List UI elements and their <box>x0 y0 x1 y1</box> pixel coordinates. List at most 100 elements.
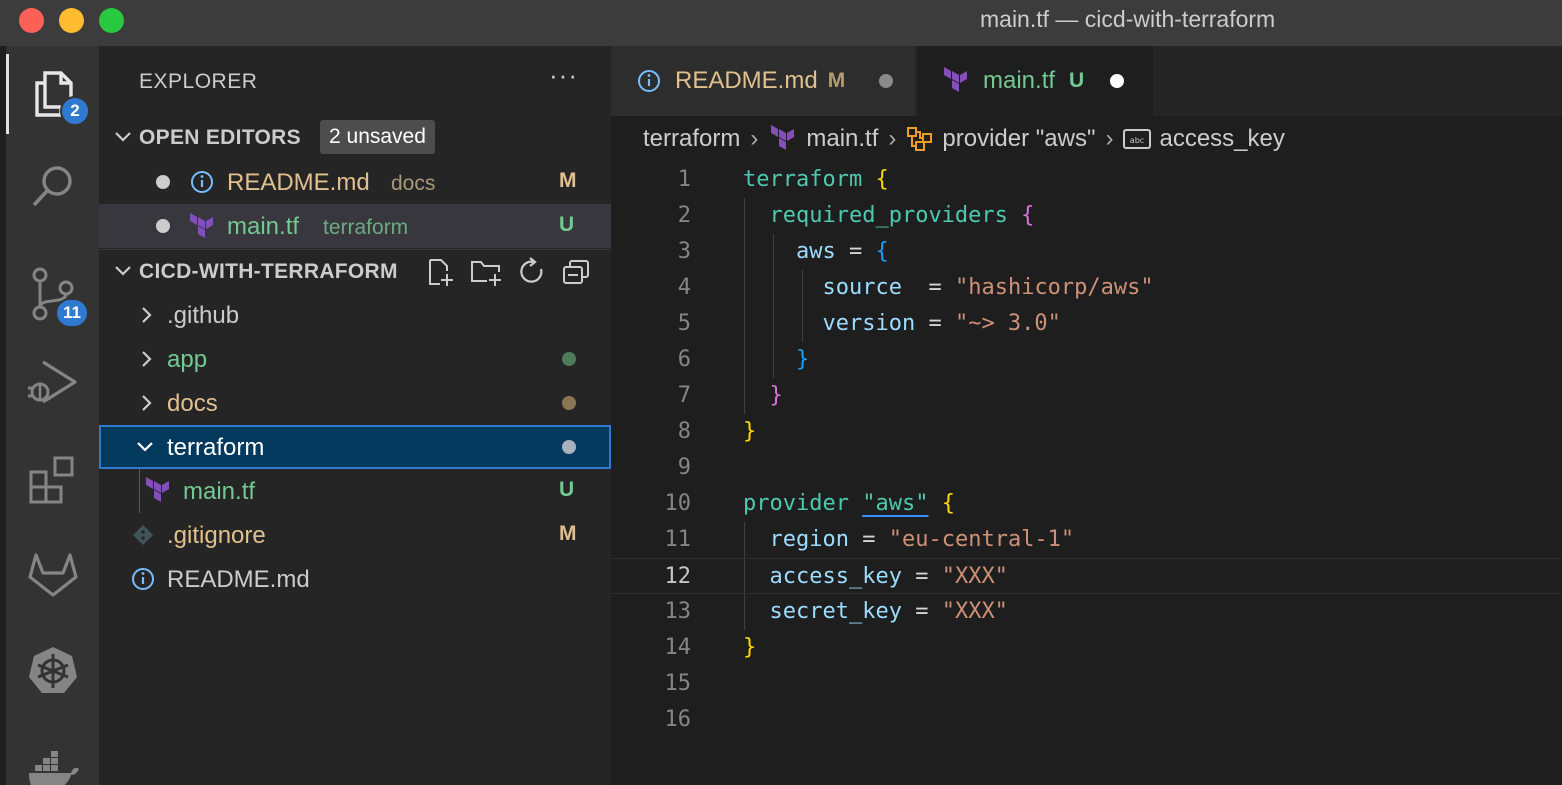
refresh-icon[interactable] <box>517 257 547 287</box>
tab-git-status: M <box>827 69 846 92</box>
activity-docker[interactable] <box>6 730 99 785</box>
code-line: 2 required_providers { <box>611 198 1562 234</box>
unsaved-count-badge: 2 unsaved <box>320 120 435 154</box>
terraform-icon <box>771 125 795 150</box>
breadcrumb-item[interactable]: provider "aws" <box>942 125 1095 153</box>
git-status-modified: M <box>559 522 577 545</box>
chevron-right-icon <box>142 395 152 411</box>
terraform-icon <box>190 213 213 238</box>
code-line: 4 source = "hashicorp/aws" <box>611 270 1562 306</box>
explorer-sidebar: EXPLORER ··· OPEN EDITORS 2 unsaved READ… <box>99 46 611 785</box>
activity-explorer[interactable]: 2 <box>6 54 99 134</box>
code-token: aws <box>795 239 836 264</box>
sidebar-title: EXPLORER <box>139 70 258 93</box>
tree-item-terraform[interactable]: terraform <box>99 425 611 469</box>
code-line-current: 12 access_key = "XXX" <box>611 558 1562 594</box>
line-number: 13 <box>664 599 692 624</box>
minimize-window-button[interactable] <box>59 8 84 33</box>
activity-extensions[interactable] <box>6 440 99 520</box>
git-status-untracked: U <box>559 478 575 501</box>
activity-source-control[interactable]: 11 <box>6 254 99 334</box>
tree-item-label: app <box>167 346 208 373</box>
breadcrumb-item[interactable]: main.tf <box>806 125 878 153</box>
new-folder-icon[interactable] <box>469 257 503 287</box>
tab-readme[interactable]: README.md M <box>611 46 915 116</box>
line-number: 12 <box>664 564 692 589</box>
breadcrumb-item[interactable]: access_key <box>1159 125 1284 153</box>
run-debug-icon <box>27 360 77 404</box>
code-line: 10 provider "aws" { <box>611 486 1562 522</box>
open-editor-item-main-tf[interactable]: main.tf terraform U <box>99 204 611 248</box>
breadcrumb: terraform › main.tf › provider "aws" › a… <box>611 116 1562 162</box>
tab-main-tf[interactable]: main.tf U <box>917 46 1153 116</box>
terraform-icon <box>944 67 967 92</box>
collapse-all-icon[interactable] <box>561 257 591 287</box>
title-bar: main.tf — cicd-with-terraform <box>0 0 1562 46</box>
close-window-button[interactable] <box>19 8 44 33</box>
line-number: 6 <box>677 347 691 372</box>
tree-item-gitignore[interactable]: .gitignore M <box>99 513 611 557</box>
tree-item-docs[interactable]: docs <box>99 381 611 425</box>
tab-unsaved-dot[interactable] <box>879 74 894 88</box>
chevron-right-icon <box>142 307 152 323</box>
project-section-header[interactable]: CICD-WITH-TERRAFORM <box>99 249 611 293</box>
info-icon <box>132 568 154 590</box>
zoom-window-button[interactable] <box>99 8 124 33</box>
scm-badge: 11 <box>55 298 89 328</box>
gitlab-icon <box>27 553 78 597</box>
unsaved-dot[interactable] <box>156 219 170 233</box>
open-editor-folder: docs <box>391 172 436 195</box>
window-title: main.tf — cicd-with-terraform <box>980 6 1276 32</box>
code-line: 14 } <box>611 630 1562 666</box>
code-line: 8 } <box>611 414 1562 450</box>
tab-unsaved-dot[interactable] <box>1110 74 1125 88</box>
open-editors-section-header[interactable]: OPEN EDITORS 2 unsaved <box>99 116 611 160</box>
code-token: provider <box>743 491 849 516</box>
git-status-modified: M <box>559 169 577 192</box>
chevron-right-icon <box>142 351 152 367</box>
tree-item-main-tf[interactable]: main.tf U <box>99 469 611 513</box>
code-token: terraform <box>743 167 863 192</box>
line-number: 5 <box>677 311 691 336</box>
tree-item-label: main.tf <box>183 478 256 505</box>
open-editors-label: OPEN EDITORS <box>139 126 301 149</box>
line-number: 3 <box>677 239 691 264</box>
breadcrumb-item[interactable]: terraform <box>643 125 740 153</box>
line-number: 16 <box>664 707 692 732</box>
explorer-badge: 2 <box>60 96 90 126</box>
tree-item-label: .github <box>167 302 240 329</box>
chevron-down-icon <box>115 266 131 276</box>
code-line: 9 <box>611 450 1562 486</box>
activity-gitlab[interactable] <box>6 534 99 614</box>
tree-item-label: .gitignore <box>167 522 266 549</box>
code-editor[interactable]: 1 terraform { 2 required_providers { 3 a… <box>611 162 1562 785</box>
tree-item-app[interactable]: app <box>99 337 611 381</box>
code-token: version <box>822 311 916 336</box>
code-token: "eu-central-1" <box>888 527 1075 552</box>
git-status-dot <box>562 440 576 454</box>
tree-item-label: README.md <box>167 566 310 593</box>
code-token: "XXX" <box>941 599 1008 624</box>
activity-kubernetes[interactable] <box>6 630 99 710</box>
code-line: 6 } <box>611 342 1562 378</box>
chevron-down-icon <box>137 442 153 452</box>
code-token: required_providers <box>769 203 1008 228</box>
code-token: "aws" <box>862 491 929 516</box>
code-token: region <box>769 527 849 552</box>
unsaved-dot[interactable] <box>156 175 170 189</box>
activity-run-debug[interactable] <box>6 342 99 422</box>
symbol-structure-icon <box>907 127 933 151</box>
new-file-icon[interactable] <box>425 257 455 287</box>
code-line: 7 } <box>611 378 1562 414</box>
more-actions-button[interactable]: ··· <box>549 60 578 91</box>
tree-item-readme[interactable]: README.md <box>99 557 611 601</box>
line-number: 10 <box>664 491 692 516</box>
activity-search[interactable] <box>6 146 99 226</box>
tree-item-label: docs <box>167 390 218 417</box>
tree-item-github[interactable]: .github <box>99 293 611 337</box>
code-token: "hashicorp/aws" <box>954 275 1154 300</box>
line-number: 1 <box>677 167 691 192</box>
chevron-down-icon <box>115 132 131 142</box>
git-status-dot <box>562 396 576 410</box>
open-editor-item-readme[interactable]: README.md docs M <box>99 160 611 204</box>
